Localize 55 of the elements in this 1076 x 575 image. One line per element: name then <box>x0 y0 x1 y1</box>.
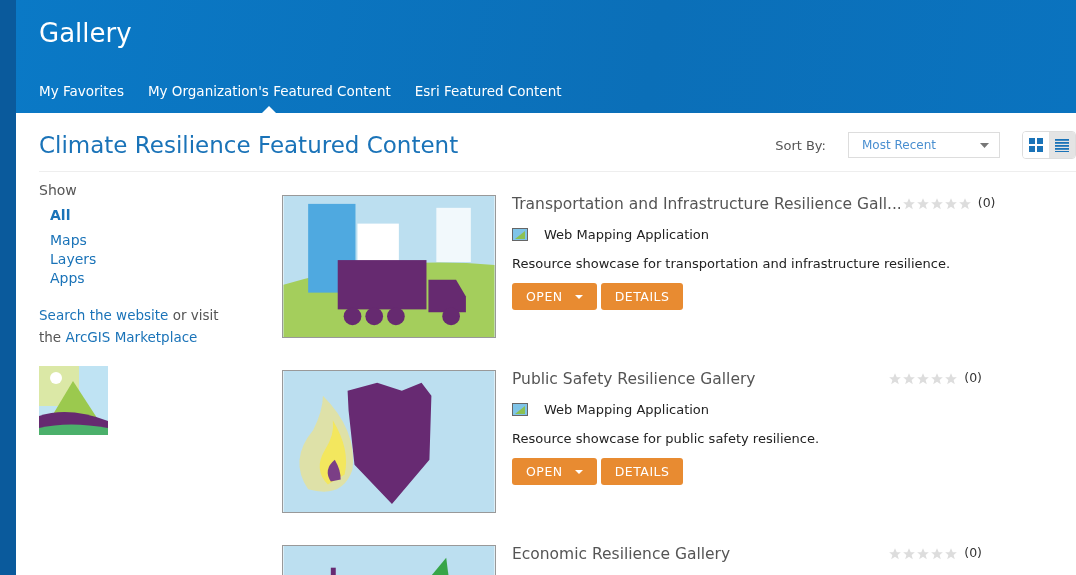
filter-link[interactable]: Layers <box>50 250 282 269</box>
item-description: Resource showcase for transportation and infrastructure resilience. <box>512 256 952 271</box>
filter-link[interactable]: All <box>50 206 282 225</box>
map-app-icon <box>512 228 528 241</box>
star-icon <box>957 197 972 211</box>
caret-icon <box>574 294 583 299</box>
star-icon <box>929 197 944 211</box>
star-icon <box>901 197 916 211</box>
grid-icon <box>1029 138 1043 152</box>
item-thumbnail[interactable] <box>282 370 496 513</box>
star-icon <box>902 547 917 561</box>
rating-count: (0) <box>964 370 982 385</box>
search-note: Search the website or visit the ArcGIS Marketplace <box>39 306 220 347</box>
item-title[interactable]: Transportation and Infrastructure Resilience Gall... <box>512 195 902 213</box>
star-icon <box>944 547 959 561</box>
star-icon <box>930 547 945 561</box>
sort-label: Sort By: <box>775 137 826 153</box>
nav-tab[interactable]: Esri Featured Content <box>414 83 562 113</box>
star-icon <box>888 372 903 386</box>
nav-tab[interactable]: My Organization's Featured Content <box>147 83 391 113</box>
item-type: Web Mapping Application <box>544 402 710 417</box>
star-icon <box>915 197 930 211</box>
filter-link[interactable]: Maps <box>50 231 282 250</box>
landscape-logo <box>39 366 108 435</box>
map-app-icon <box>512 403 528 416</box>
star-icon <box>888 547 903 561</box>
caret-icon <box>574 469 583 474</box>
page-title: Climate Resilience Featured Content <box>39 132 460 158</box>
item-title[interactable]: Public Safety Resilience Gallery <box>512 370 889 388</box>
star-icon <box>916 547 931 561</box>
gallery-title: Gallery <box>39 17 133 48</box>
details-button[interactable]: DETAILS <box>600 458 684 485</box>
item-type: Web Mapping Application <box>544 227 710 242</box>
nav-tab[interactable]: My Favorites <box>39 83 124 113</box>
details-button[interactable]: DETAILS <box>600 283 684 310</box>
item-thumbnail[interactable] <box>282 195 496 338</box>
marketplace-link[interactable]: ArcGIS Marketplace <box>65 329 198 345</box>
rating-count: (0) <box>977 195 996 210</box>
list-view-button[interactable] <box>1049 132 1075 158</box>
rating-count: (0) <box>964 545 982 560</box>
open-button[interactable]: OPEN <box>512 458 597 485</box>
caret-icon <box>980 142 989 148</box>
sort-dropdown[interactable]: Most Recent <box>848 132 1000 158</box>
item-title[interactable]: Economic Resilience Gallery <box>512 545 889 563</box>
star-icon <box>916 372 931 386</box>
open-button[interactable]: OPEN <box>512 283 597 310</box>
filter-link[interactable]: Apps <box>50 269 282 288</box>
item-description: Resource showcase for public safety resilience. <box>512 431 821 446</box>
star-icon <box>930 372 945 386</box>
star-icon <box>944 372 959 386</box>
star-icon <box>943 197 958 211</box>
show-heading: Show <box>39 182 78 198</box>
list-icon <box>1055 138 1069 152</box>
star-icon <box>902 372 917 386</box>
search-website-link[interactable]: Search the website <box>39 307 169 323</box>
